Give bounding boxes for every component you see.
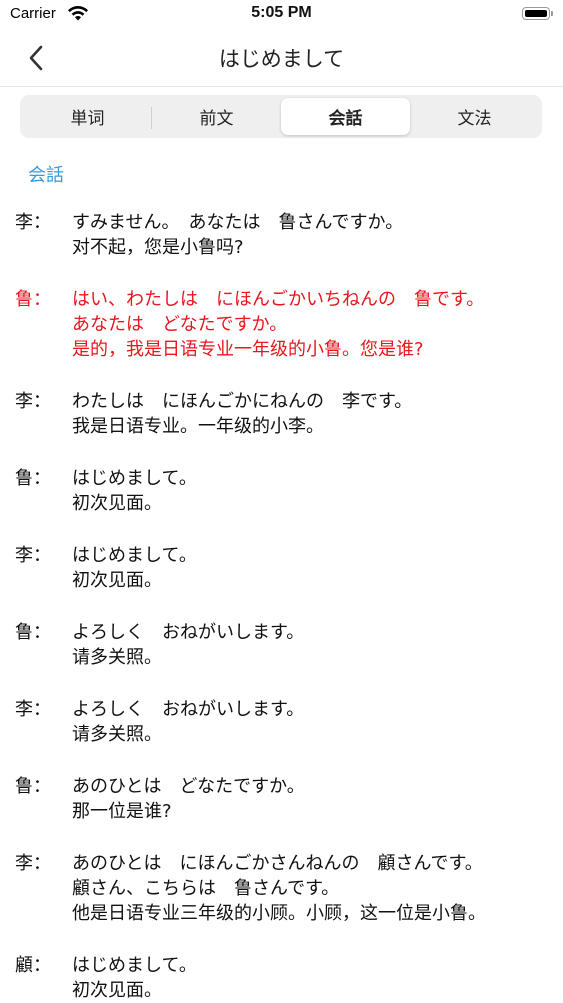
dialogue-line: 初次见面。	[72, 493, 162, 514]
dialogue-line: はじめまして。	[72, 468, 197, 489]
dialogue-line: あのひとは どなたですか。	[72, 776, 305, 797]
tab-words[interactable]: 単词	[23, 98, 152, 135]
speaker-name: 鲁：	[15, 622, 51, 643]
dialogue-line: あのひとは にほんごかさんねんの 顧さんです。	[72, 853, 483, 874]
dialogue-line: あなたは どなたですか。	[72, 314, 288, 335]
battery-level	[525, 10, 547, 17]
dialogue-line: よろしく おねがいします。	[72, 622, 305, 643]
dialogue-line: よろしく おねがいします。	[72, 699, 305, 720]
speaker-name: 李：	[15, 212, 51, 233]
dialogue-line: はじめまして。	[72, 545, 197, 566]
speaker-name: 李：	[15, 545, 51, 566]
dialogue-line: 他是日语专业三年级的小顾。小顾，这一位是小鲁。	[72, 903, 486, 924]
section-label: 会話	[28, 165, 64, 186]
dialogue-line: 是的，我是日语专业一年级的小鲁。您是谁?	[72, 339, 424, 360]
tab-label: 会話	[328, 109, 363, 129]
tab-text[interactable]: 前文	[152, 98, 281, 135]
page-title: はじめまして	[218, 47, 345, 71]
tab-label: 文法	[457, 109, 492, 129]
speaker-name: 顧：	[15, 955, 51, 976]
tab-grammar[interactable]: 文法	[410, 98, 539, 135]
dialogue-line: 对不起，您是小鲁吗?	[72, 237, 244, 258]
back-button[interactable]	[18, 40, 54, 76]
navigation-bar: はじめまして	[0, 30, 563, 87]
tab-conversation[interactable]: 会話	[281, 98, 410, 135]
dialogue-line: 初次见面。	[72, 570, 162, 591]
clock: 5:05 PM	[251, 4, 312, 21]
status-bar: Carrier 5:05 PM	[0, 0, 563, 30]
speaker-name: 鲁：	[15, 468, 51, 489]
dialogue-line: 初次见面。	[72, 980, 162, 1001]
battery-icon	[522, 7, 550, 20]
dialogue-line: 我是日语专业。一年级的小李。	[72, 416, 324, 437]
dialogue-line: 那一位是谁?	[72, 801, 172, 822]
speaker-name: 鲁：	[15, 776, 51, 797]
speaker-name: 鲁：	[15, 289, 51, 310]
dialogue-line: 请多关照。	[72, 724, 162, 745]
chevron-left-icon	[29, 45, 43, 71]
dialogue-line: わたしは にほんごかにねんの 李です。	[72, 391, 413, 412]
dialogue-line: すみません。 あなたは 鲁さんですか。	[72, 212, 404, 233]
battery-cap	[551, 11, 553, 16]
segmented-tabs: 単词 前文 会話 文法	[20, 95, 542, 138]
dialogue-line: 请多关照。	[72, 647, 162, 668]
speaker-name: 李：	[15, 699, 51, 720]
dialogue-line: はじめまして。	[72, 955, 197, 976]
dialogue-line: 顧さん、こちらは 鲁さんです。	[72, 878, 340, 899]
speaker-name: 李：	[15, 853, 51, 874]
tab-label: 単词	[70, 109, 105, 129]
dialogue-line: はい、わたしは にほんごかいちねんの 鲁です。	[72, 289, 485, 310]
speaker-name: 李：	[15, 391, 51, 412]
tab-label: 前文	[199, 109, 234, 129]
